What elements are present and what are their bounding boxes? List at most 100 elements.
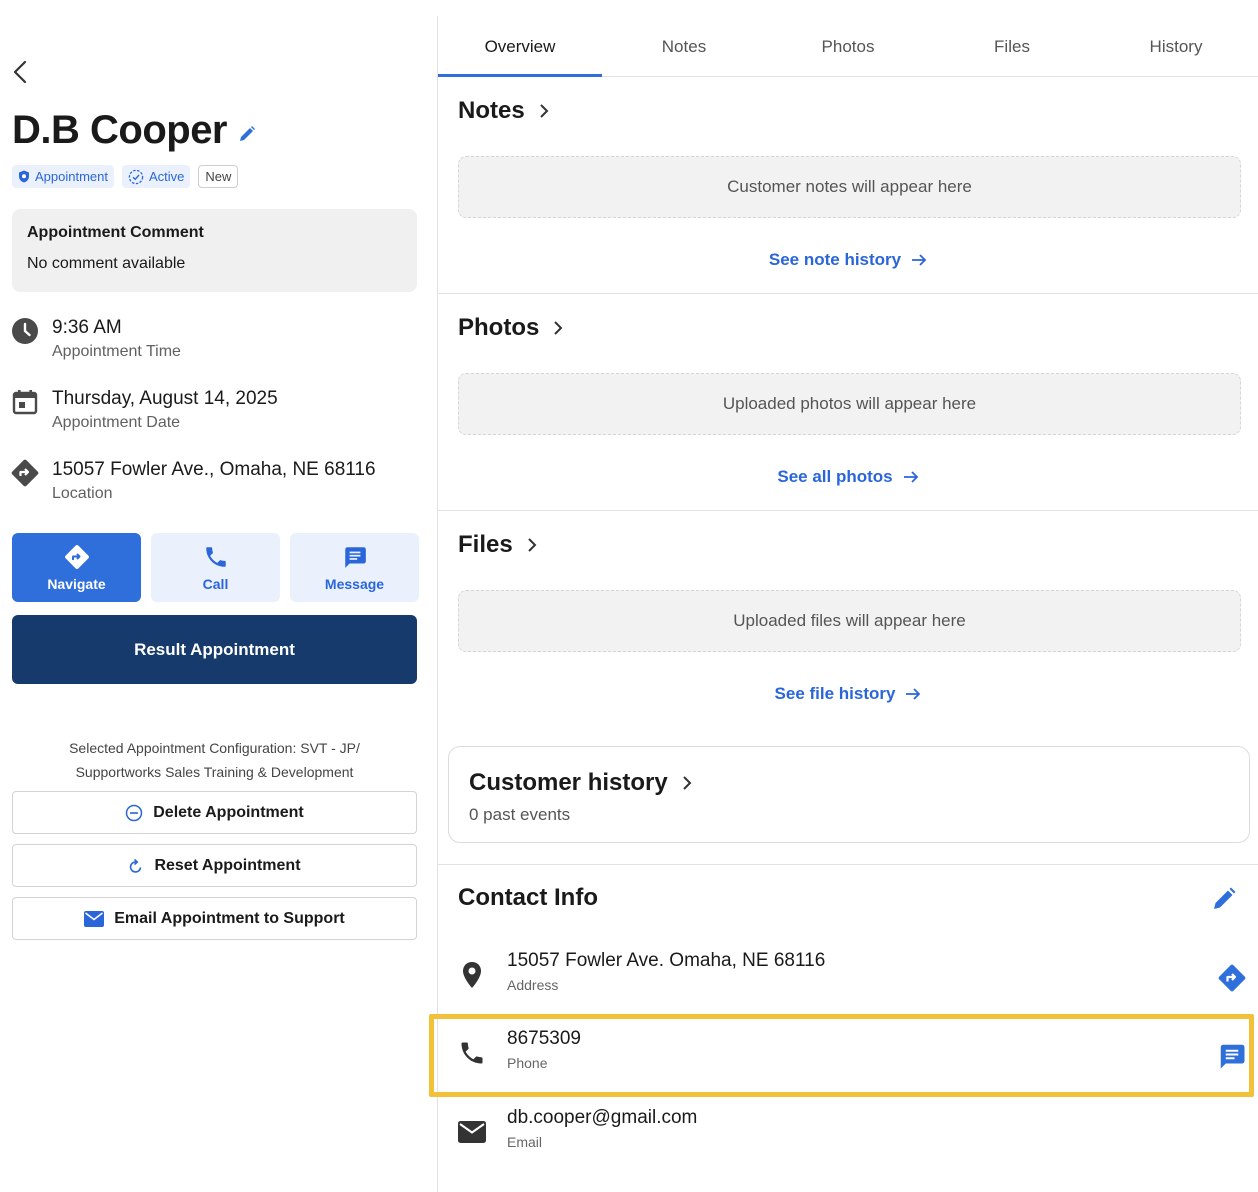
notes-placeholder: Customer notes will appear here	[458, 156, 1241, 218]
arrow-right-icon	[906, 688, 921, 700]
tab-history[interactable]: History	[1094, 17, 1258, 76]
tab-notes[interactable]: Notes	[602, 17, 766, 76]
tab-files[interactable]: Files	[930, 17, 1094, 76]
files-placeholder: Uploaded files will appear here	[458, 590, 1241, 652]
tab-overview[interactable]: Overview	[438, 17, 602, 77]
chevron-right-icon	[527, 538, 537, 552]
edit-contact-button[interactable]	[1211, 886, 1237, 912]
new-badge: New	[198, 165, 239, 188]
contact-email-label: Email	[507, 1134, 543, 1150]
config-line-1: Selected Appointment Configuration: SVT …	[69, 740, 360, 756]
email-support-button[interactable]: Email Appointment to Support	[12, 897, 417, 940]
quick-actions: Navigate Call Message	[12, 533, 419, 602]
appointment-date: Thursday, August 14, 2025	[52, 388, 278, 409]
location-pin-icon	[458, 960, 486, 990]
contact-email[interactable]: db.cooper@gmail.com	[507, 1107, 697, 1129]
customer-header: D.B Cooper	[12, 108, 257, 153]
notes-section-header[interactable]: Notes	[458, 97, 549, 125]
appointment-detail-panel: D.B Cooper Appointment Active New Appoin…	[0, 0, 437, 1192]
see-file-history-label: See file history	[774, 684, 896, 703]
status-badges: Appointment Active New	[12, 165, 239, 188]
result-appointment-button[interactable]: Result Appointment	[12, 615, 417, 684]
navigate-button[interactable]: Navigate	[12, 533, 141, 602]
contact-email-row: db.cooper@gmail.com Email	[458, 1107, 1248, 1167]
active-badge-label: Active	[149, 169, 185, 184]
delete-appointment-button[interactable]: Delete Appointment	[12, 791, 417, 834]
reset-appointment-button[interactable]: Reset Appointment	[12, 844, 417, 887]
clock-icon	[10, 317, 40, 345]
reset-appointment-label: Reset Appointment	[154, 856, 301, 874]
customer-name: D.B Cooper	[12, 108, 228, 152]
appointment-location: 15057 Fowler Ave., Omaha, NE 68116	[52, 459, 376, 480]
message-icon	[344, 546, 366, 568]
phone-icon	[205, 546, 226, 567]
edit-name-button[interactable]	[237, 124, 257, 144]
navigate-address-button[interactable]	[1216, 962, 1248, 994]
contact-phone-row: 8675309 Phone	[458, 1028, 1248, 1088]
appointment-time-label: Appointment Time	[52, 343, 181, 360]
appointment-date-row: Thursday, August 14, 2025 Appointment Da…	[10, 388, 278, 432]
chevron-right-icon	[682, 776, 692, 790]
see-file-history-link[interactable]: See file history	[438, 684, 1258, 704]
contact-phone: 8675309	[507, 1028, 581, 1049]
phone-icon	[458, 1038, 486, 1068]
shield-icon	[19, 170, 29, 183]
active-badge: Active	[122, 165, 191, 188]
check-circle-icon	[128, 169, 144, 184]
contact-address: 15057 Fowler Ave. Omaha, NE 68116	[507, 950, 826, 971]
call-button[interactable]: Call	[151, 533, 280, 602]
appointment-location-row: 15057 Fowler Ave., Omaha, NE 68116 Locat…	[10, 459, 376, 503]
see-all-photos-link[interactable]: See all photos	[438, 467, 1258, 487]
back-button[interactable]	[8, 58, 32, 86]
config-line-2: Supportworks Sales Training & Developmen…	[75, 764, 354, 780]
overview-panel: Overview Notes Photos Files History Note…	[438, 0, 1258, 1192]
text-phone-button[interactable]	[1216, 1040, 1248, 1072]
customer-history-count: 0 past events	[469, 805, 571, 824]
directions-icon	[10, 459, 40, 487]
pencil-icon	[240, 125, 255, 141]
contact-phone-label: Phone	[507, 1055, 548, 1071]
appointment-badge: Appointment	[12, 165, 114, 188]
call-label: Call	[202, 575, 229, 592]
customer-history-card[interactable]: Customer history 0 past events	[448, 746, 1250, 843]
chevron-left-icon	[13, 60, 27, 84]
chevron-right-icon	[539, 104, 549, 118]
pencil-icon	[1214, 887, 1236, 909]
appointment-date-label: Appointment Date	[52, 414, 181, 431]
comment-title: Appointment Comment	[27, 224, 204, 241]
reset-icon	[130, 858, 142, 873]
appointment-time-row: 9:36 AM Appointment Time	[10, 317, 181, 361]
notes-title: Notes	[458, 97, 525, 124]
section-divider	[438, 510, 1258, 511]
contact-info-title: Contact Info	[458, 884, 598, 911]
customer-history-title: Customer history	[469, 769, 668, 796]
arrow-right-icon	[903, 471, 918, 483]
chevron-right-icon	[554, 321, 563, 335]
arrow-right-icon	[912, 254, 927, 266]
directions-icon	[64, 544, 89, 569]
message-button[interactable]: Message	[290, 533, 419, 602]
see-note-history-label: See note history	[768, 250, 902, 269]
see-note-history-link[interactable]: See note history	[438, 250, 1258, 270]
files-section-header[interactable]: Files	[458, 531, 537, 559]
minus-circle-icon	[125, 804, 143, 821]
navigate-label: Navigate	[47, 575, 106, 592]
contact-address-row: 15057 Fowler Ave. Omaha, NE 68116 Addres…	[458, 950, 1248, 1010]
mail-icon	[458, 1117, 486, 1147]
section-divider	[438, 293, 1258, 294]
delete-appointment-label: Delete Appointment	[153, 803, 304, 821]
appointment-configuration: Selected Appointment Configuration: SVT …	[12, 736, 417, 784]
photos-placeholder: Uploaded photos will appear here	[458, 373, 1241, 435]
tab-photos[interactable]: Photos	[766, 17, 930, 76]
photos-section-header[interactable]: Photos	[458, 314, 563, 342]
tab-bar: Overview Notes Photos Files History	[438, 17, 1258, 77]
contact-address-label: Address	[507, 977, 559, 993]
comment-body: No comment available	[27, 255, 186, 272]
message-icon	[1220, 1044, 1245, 1069]
calendar-icon	[10, 388, 40, 416]
appointment-time: 9:36 AM	[52, 317, 122, 338]
appointment-badge-label: Appointment	[35, 169, 108, 184]
section-divider	[438, 864, 1258, 865]
files-title: Files	[458, 531, 513, 558]
see-all-photos-label: See all photos	[777, 467, 893, 486]
